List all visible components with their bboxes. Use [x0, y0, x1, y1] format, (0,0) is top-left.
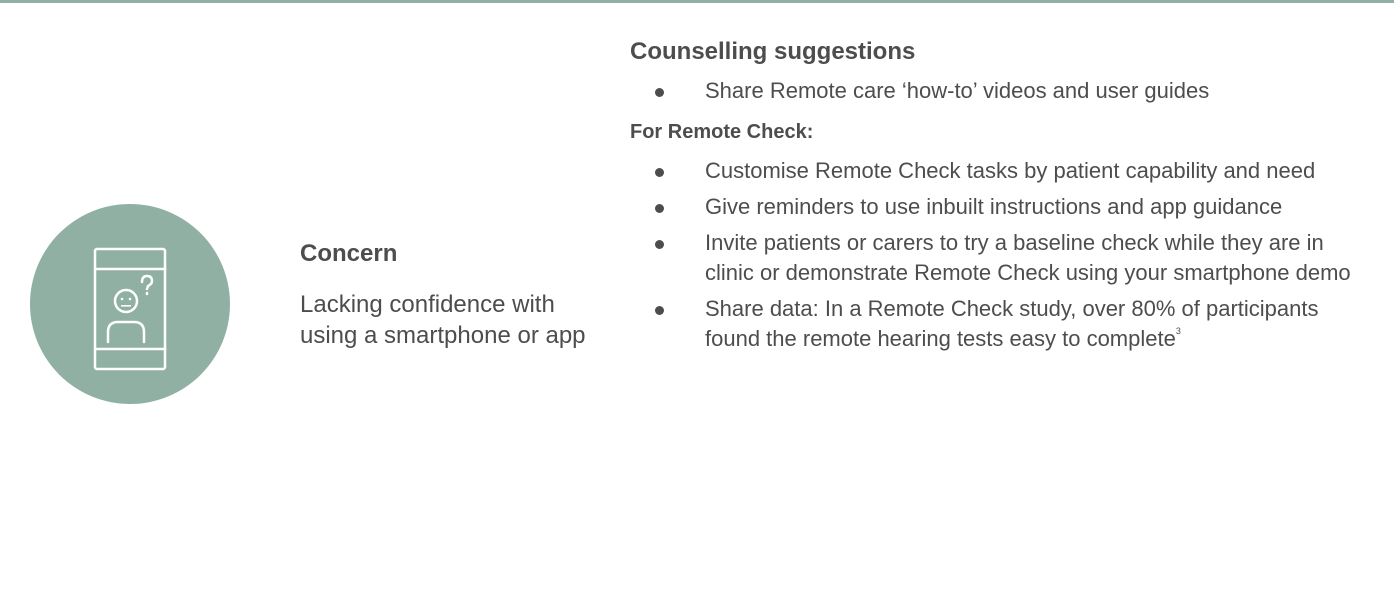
bullet-icon — [655, 204, 664, 213]
list-item: Customise Remote Check tasks by patient … — [630, 156, 1370, 186]
bullet-icon — [655, 168, 664, 177]
list-item-text: Share data: In a Remote Check study, ove… — [705, 296, 1319, 351]
list-item-text: Invite patients or carers to try a basel… — [705, 230, 1351, 285]
list-item: Invite patients or carers to try a basel… — [630, 228, 1370, 288]
footnote-reference: 3 — [1175, 326, 1181, 336]
list-item-text: Give reminders to use inbuilt instructio… — [705, 194, 1283, 219]
top-divider — [0, 0, 1394, 3]
bullet-icon — [655, 240, 664, 249]
general-suggestions-list: Share Remote care ‘how-to’ videos and us… — [630, 76, 1370, 106]
list-item-text: Share Remote care ‘how-to’ videos and us… — [705, 78, 1210, 103]
list-item-text: Customise Remote Check tasks by patient … — [705, 158, 1316, 183]
list-item: Give reminders to use inbuilt instructio… — [630, 192, 1370, 222]
remote-check-heading: For Remote Check: — [630, 121, 814, 143]
concern-icon-circle — [30, 204, 230, 404]
remote-check-list: Customise Remote Check tasks by patient … — [630, 156, 1370, 354]
concern-text: Lacking confidence with using a smartpho… — [300, 291, 586, 349]
suggestions-title: Counselling suggestions — [630, 38, 916, 65]
smartphone-confused-face-icon — [93, 247, 167, 371]
bullet-icon — [655, 306, 664, 315]
list-item: Share Remote care ‘how-to’ videos and us… — [630, 76, 1370, 106]
bullet-icon — [655, 88, 664, 97]
concern-block: Concern Lacking confidence with using a … — [300, 238, 600, 351]
counselling-suggestions: Counselling suggestions Share Remote car… — [630, 36, 1370, 360]
page: Concern Lacking confidence with using a … — [0, 0, 1394, 605]
list-item: Share data: In a Remote Check study, ove… — [630, 294, 1370, 354]
concern-title: Concern — [300, 240, 398, 267]
